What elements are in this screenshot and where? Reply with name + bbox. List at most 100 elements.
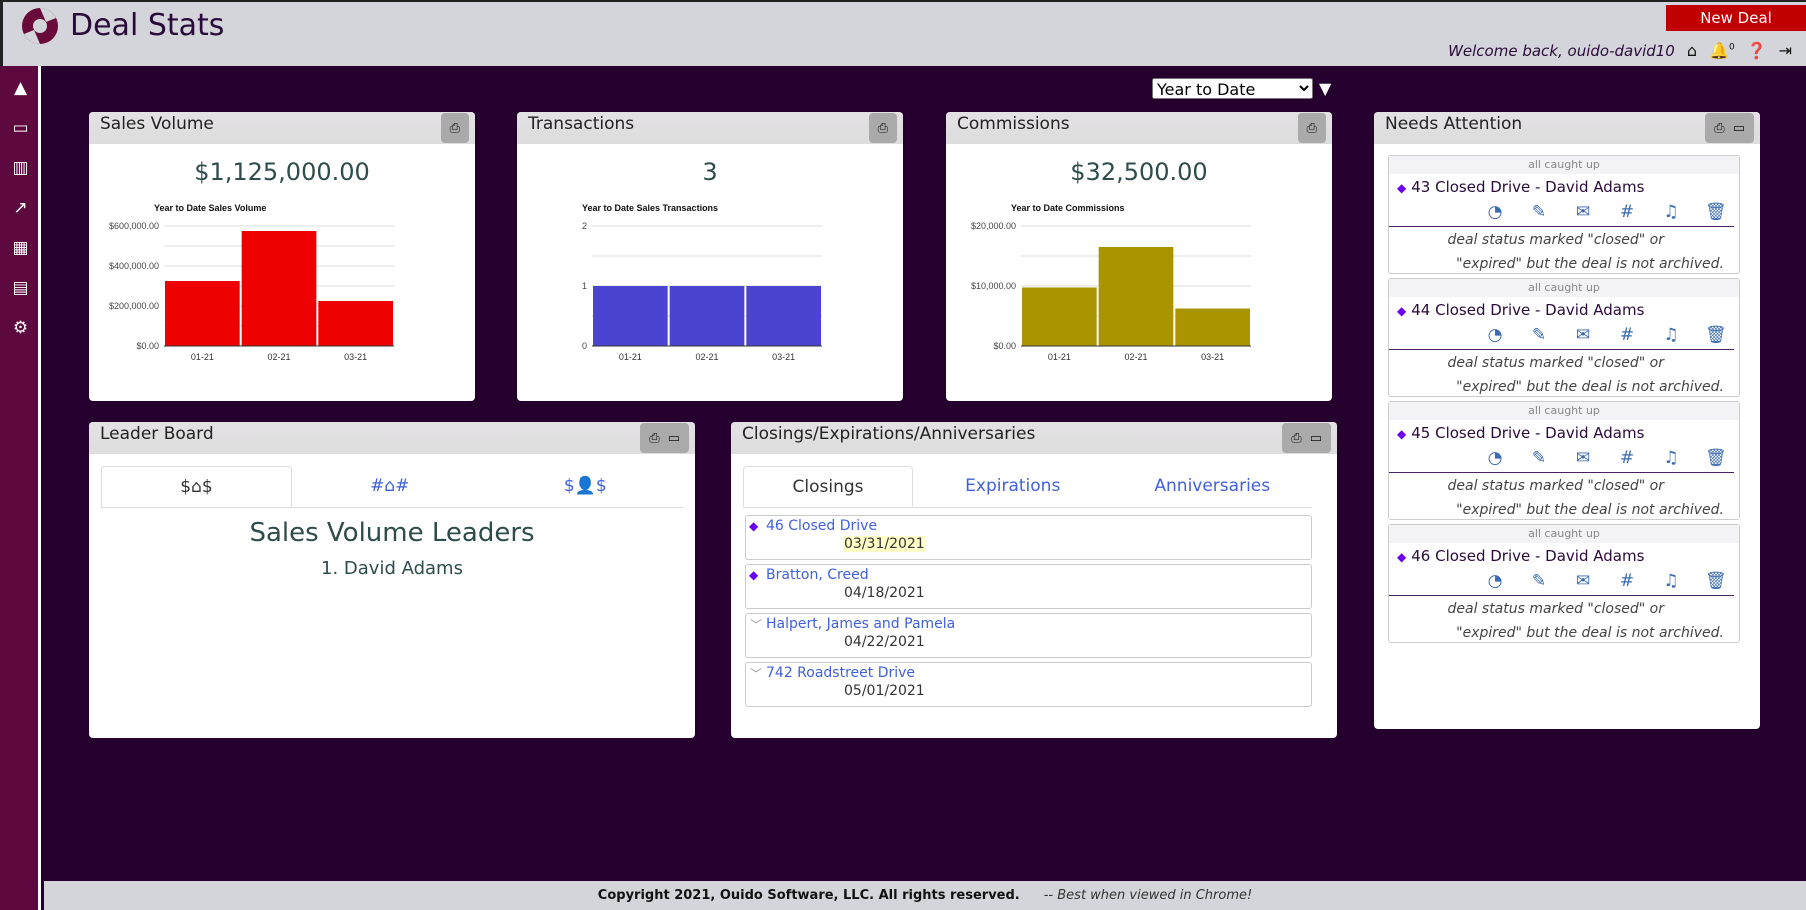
sign-out-icon[interactable]: ⇥ [1779, 41, 1792, 60]
header: Deal Stats New Deal Welcome back, ouido-… [0, 0, 1806, 66]
transactions-total: 3 [702, 158, 718, 186]
dashboard-icon[interactable]: ◔ [1485, 202, 1505, 222]
attention-item: all caught up ◆ 43 Closed Drive - David A… [1388, 155, 1740, 274]
print-icon[interactable]: ⎙ [450, 121, 460, 136]
card-title: Commissions [957, 114, 1070, 134]
x-tick-label: 03-21 [1201, 352, 1224, 362]
chart-line-icon[interactable]: ↗ [0, 188, 41, 228]
closing-item[interactable]: ﹀ Halpert, James and Pamela 04/22/2021 [745, 613, 1312, 658]
music-icon[interactable]: ♫ [1661, 202, 1681, 222]
hashtag-icon[interactable]: # [1617, 448, 1637, 468]
tab-sales-volume[interactable]: $⌂$ [101, 466, 292, 507]
id-card-icon[interactable]: ▤ [0, 268, 41, 308]
filter-icon[interactable]: ▼ [1319, 79, 1331, 98]
music-icon[interactable]: ♫ [1661, 325, 1681, 345]
map-icon[interactable]: ▥ [0, 148, 41, 188]
bell-icon[interactable]: 🔔0 [1709, 41, 1735, 60]
tab-agents[interactable]: $👤$ [488, 466, 684, 507]
bar-02-21 [1098, 247, 1174, 346]
desktop-icon[interactable]: ▭ [0, 108, 41, 148]
hashtag-icon[interactable]: # [1617, 325, 1637, 345]
edit-icon[interactable]: ✎ [1529, 448, 1549, 468]
print-icon[interactable]: ⎙ [1714, 121, 1724, 136]
hashtag-icon[interactable]: # [1617, 202, 1637, 222]
sales-total: $1,125,000.00 [194, 158, 370, 186]
edit-icon[interactable]: ✎ [1529, 571, 1549, 591]
music-icon[interactable]: ♫ [1661, 571, 1681, 591]
print-icon[interactable]: ⎙ [878, 121, 888, 136]
attention-item: all caught up ◆ 46 Closed Drive - David A… [1388, 524, 1740, 643]
x-tick-label: 01-21 [191, 352, 214, 362]
notification-count: 0 [1728, 42, 1735, 53]
y-tick-label: $600,000.00 [109, 221, 159, 231]
deal-link[interactable]: 44 Closed Drive - David Adams [1411, 301, 1644, 319]
diamond-icon: ◆ [1397, 427, 1407, 441]
attention-message: "expired" but the deal is not archived. [1456, 502, 1724, 518]
divider [1389, 349, 1734, 350]
tab-closings[interactable]: Closings [743, 466, 913, 507]
print-icon[interactable]: ⎙ [1307, 121, 1317, 136]
envelope-icon[interactable]: ✉ [1573, 571, 1593, 591]
card-title: Sales Volume [100, 114, 214, 134]
closing-item[interactable]: ﹀ 742 Roadstreet Drive 05/01/2021 [745, 662, 1312, 707]
print-icon[interactable]: ⎙ [649, 431, 659, 446]
question-icon[interactable]: ❓ [1747, 41, 1767, 60]
deal-link[interactable]: 43 Closed Drive - David Adams [1411, 178, 1644, 196]
dashboard-icon[interactable]: ◔ [1485, 325, 1505, 345]
commissions-total: $32,500.00 [1070, 158, 1208, 186]
attention-message: "expired" but the deal is not archived. [1456, 379, 1724, 395]
tab-transactions[interactable]: #⌂# [292, 466, 488, 507]
maximize-icon[interactable]: ▭ [668, 431, 680, 446]
envelope-icon[interactable]: ✉ [1573, 325, 1593, 345]
music-icon[interactable]: ♫ [1661, 448, 1681, 468]
closing-name[interactable]: Halpert, James and Pamela [766, 616, 955, 632]
tab-anniversaries[interactable]: Anniversaries [1113, 466, 1313, 507]
home-icon: ⌂ [384, 476, 396, 496]
closing-name[interactable]: Bratton, Creed [766, 567, 869, 583]
attention-message: "expired" but the deal is not archived. [1456, 256, 1724, 272]
divider [1389, 595, 1734, 596]
envelope-icon[interactable]: ✉ [1573, 202, 1593, 222]
logo-icon [22, 8, 58, 44]
hashtag-icon[interactable]: # [1617, 571, 1637, 591]
trash-icon[interactable]: 🗑 [1705, 571, 1727, 591]
closing-date: 04/22/2021 [844, 634, 925, 650]
rocket-icon[interactable]: ▲ [0, 68, 41, 108]
maximize-icon[interactable]: ▭ [1310, 431, 1322, 446]
y-tick-label: 2 [582, 221, 587, 231]
x-tick-label: 01-21 [619, 352, 642, 362]
envelope-icon[interactable]: ✉ [1573, 448, 1593, 468]
bar-03-21 [318, 301, 393, 346]
bar-02-21 [669, 286, 745, 346]
edit-icon[interactable]: ✎ [1529, 202, 1549, 222]
trash-icon[interactable]: 🗑 [1705, 448, 1727, 468]
chart-title: Year to Date Sales Transactions [582, 203, 718, 213]
dashboard-icon[interactable]: ◔ [1485, 448, 1505, 468]
closing-name[interactable]: 46 Closed Drive [766, 518, 877, 534]
date-range-select[interactable]: Year to Date [1152, 78, 1313, 99]
tab-expirations[interactable]: Expirations [913, 466, 1113, 507]
divider [1389, 226, 1734, 227]
y-tick-label: $20,000.00 [971, 221, 1016, 231]
new-deal-button[interactable]: New Deal [1666, 5, 1806, 31]
x-tick-label: 02-21 [1124, 352, 1147, 362]
dashboard-icon[interactable]: ◔ [1485, 571, 1505, 591]
maximize-icon[interactable]: ▭ [1733, 121, 1745, 136]
trash-icon[interactable]: 🗑 [1705, 202, 1727, 222]
edit-icon[interactable]: ✎ [1529, 325, 1549, 345]
closing-item[interactable]: ◆ 46 Closed Drive 03/31/2021 [745, 515, 1312, 560]
cogs-icon[interactable]: ⚙ [0, 308, 41, 348]
x-tick-label: 03-21 [344, 352, 367, 362]
calendar-icon[interactable]: ▦ [0, 228, 41, 268]
trash-icon[interactable]: 🗑 [1705, 325, 1727, 345]
diamond-icon: ◆ [749, 568, 759, 582]
closing-item[interactable]: ◆ Bratton, Creed 04/18/2021 [745, 564, 1312, 609]
copyright: Copyright 2021, Ouido Software, LLC. All… [597, 888, 1020, 903]
deal-link[interactable]: 46 Closed Drive - David Adams [1411, 547, 1644, 565]
closing-name[interactable]: 742 Roadstreet Drive [766, 665, 915, 681]
diamond-icon: ◆ [1397, 304, 1407, 318]
deal-link[interactable]: 45 Closed Drive - David Adams [1411, 424, 1644, 442]
home-icon[interactable]: ⌂ [1687, 41, 1697, 60]
divider [1389, 472, 1734, 473]
print-icon[interactable]: ⎙ [1291, 431, 1301, 446]
